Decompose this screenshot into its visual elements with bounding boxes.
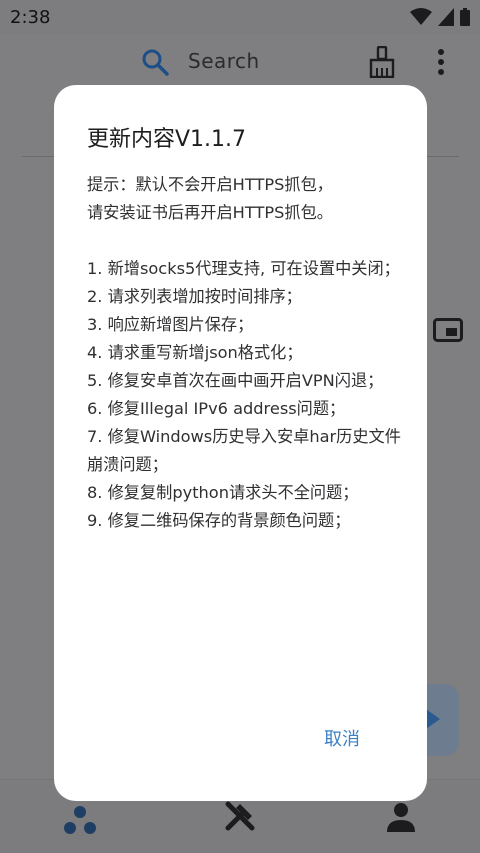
changelog-item: 8. 修复复制python请求头不全问题；: [87, 483, 359, 502]
home-icon[interactable]: [64, 805, 96, 835]
changelog-item: 1. 新增socks5代理支持, 可在设置中关闭；: [87, 259, 400, 278]
tools-icon[interactable]: [224, 800, 256, 832]
dialog-content: 提示：默认不会开启HTTPS抓包， 请安装证书后再开启HTTPS抓包。 1. 新…: [87, 171, 405, 535]
changelog-item: 6. 修复Illegal IPv6 address问题；: [87, 399, 346, 418]
changelog-item: 3. 响应新增图片保存；: [87, 315, 254, 334]
cancel-button[interactable]: 取消: [324, 725, 360, 751]
more-vert-icon[interactable]: [432, 48, 450, 76]
changelog-item: 4. 请求重写新增json格式化；: [87, 343, 303, 362]
search-field[interactable]: Search: [188, 49, 260, 73]
profile-icon[interactable]: [386, 802, 416, 832]
changelog-item: 9. 修复二维码保存的背景颜色问题；: [87, 511, 351, 530]
wifi-icon: [410, 8, 432, 25]
play-arrow-icon: [426, 709, 440, 729]
status-bar: 2:38: [0, 0, 480, 34]
changelog-item: 5. 修复安卓首次在画中画开启VPN闪退；: [87, 371, 384, 390]
battery-icon: [460, 8, 470, 26]
changelog-item: 2. 请求列表增加按时间排序；: [87, 287, 302, 306]
picture-in-picture-icon[interactable]: [433, 318, 463, 342]
status-icons: [410, 8, 470, 26]
dialog-title: 更新内容V1.1.7: [87, 127, 247, 152]
broom-icon[interactable]: [367, 46, 397, 78]
update-dialog: 更新内容V1.1.7 提示：默认不会开启HTTPS抓包， 请安装证书后再开启HT…: [54, 85, 427, 801]
signal-icon: [438, 8, 454, 26]
status-time: 2:38: [10, 7, 51, 28]
changelog-item: 7. 修复Windows历史导入安卓har历史文件崩溃问题；: [87, 427, 401, 474]
tip-line: 请安装证书后再开启HTTPS抓包。: [87, 203, 333, 222]
tip-line: 提示：默认不会开启HTTPS抓包，: [87, 175, 333, 194]
search-icon[interactable]: [141, 48, 169, 76]
